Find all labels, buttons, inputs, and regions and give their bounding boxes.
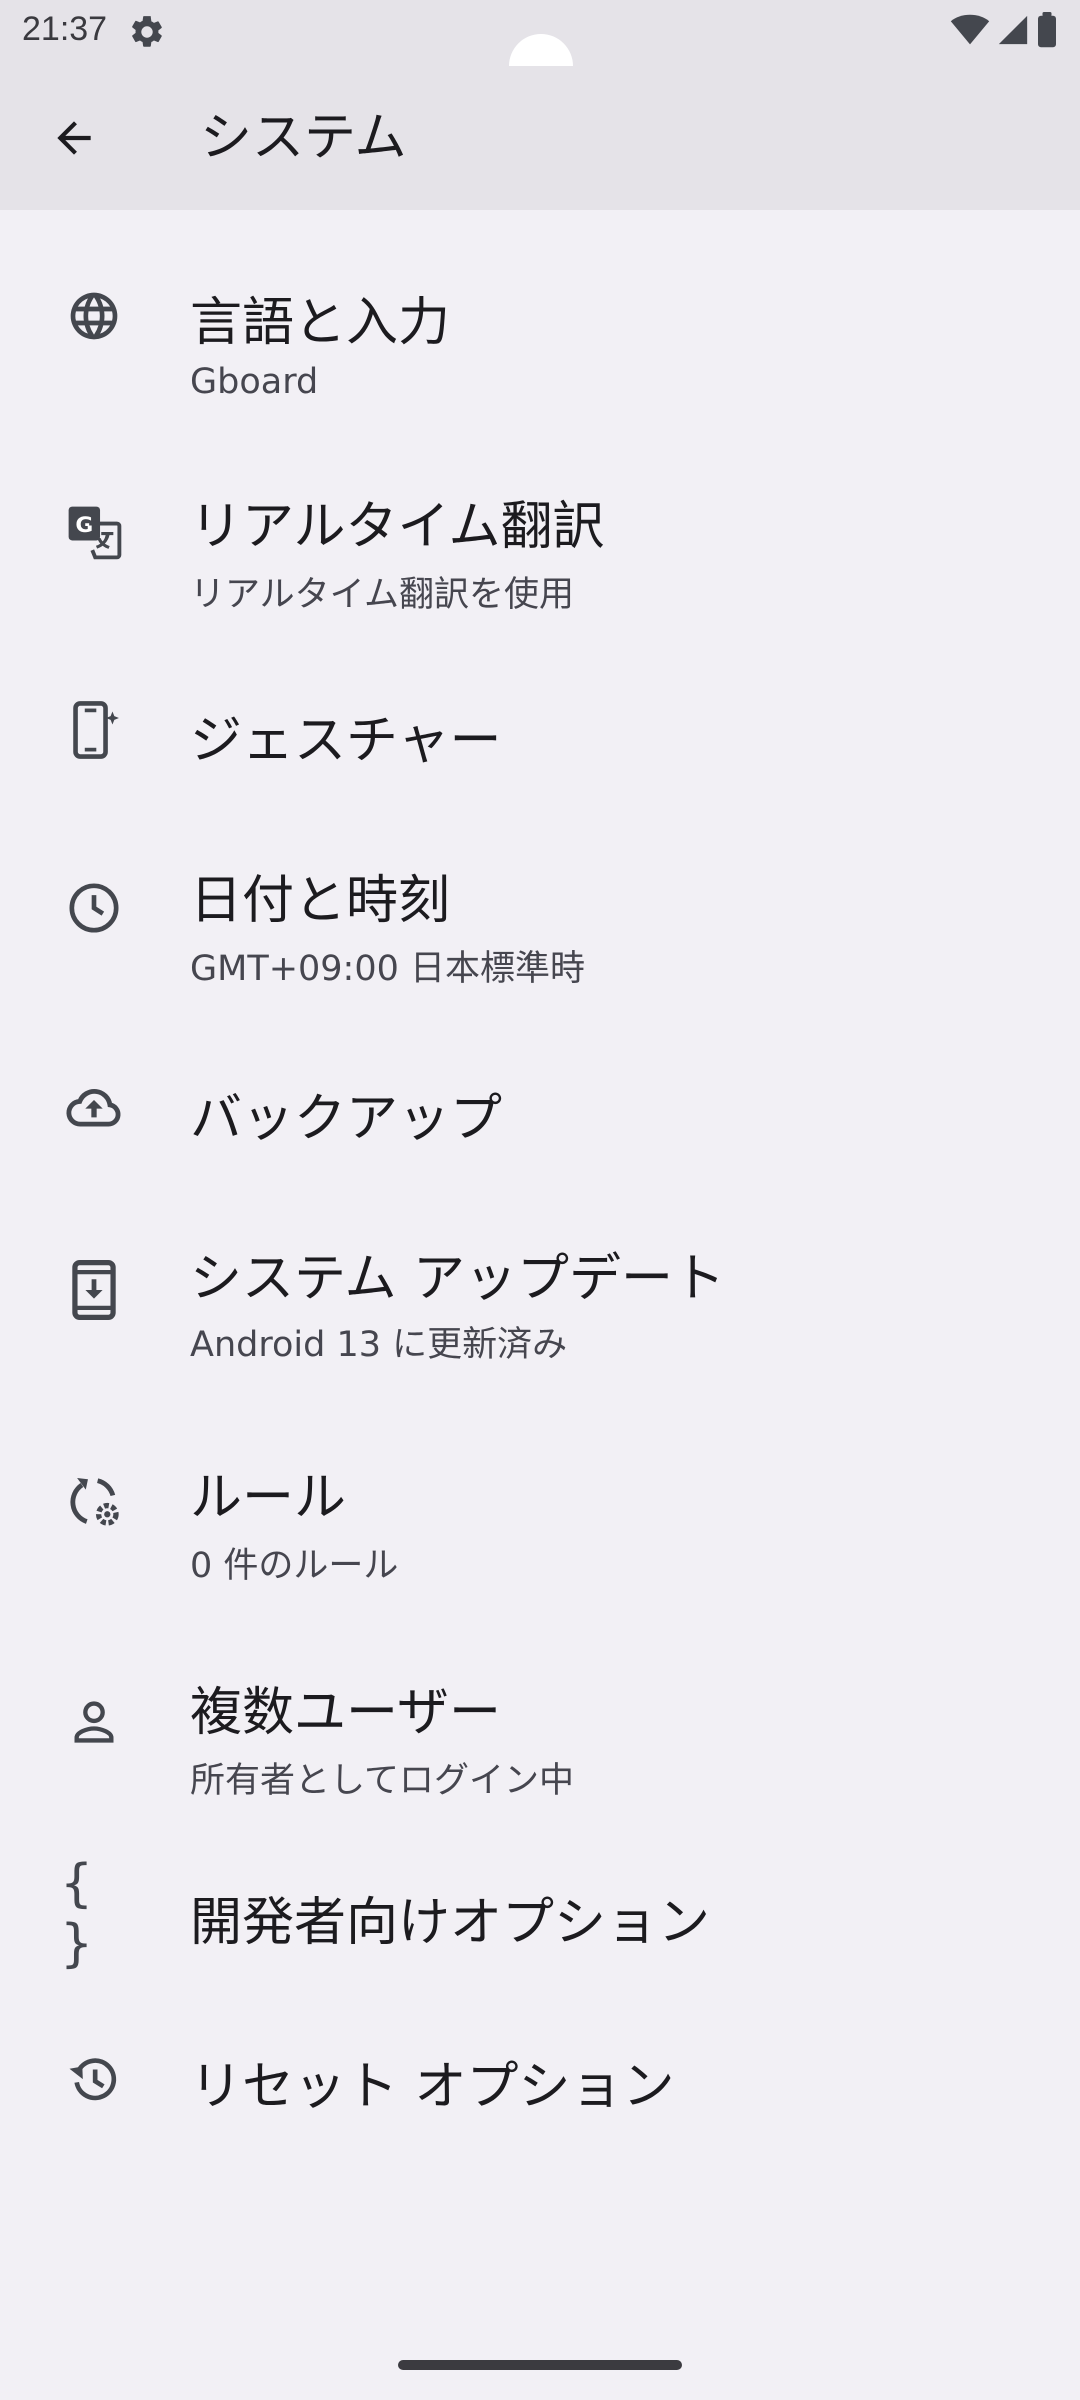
settings-item-title: システム アップデート bbox=[190, 1249, 725, 1309]
arrow-back-icon bbox=[57, 121, 91, 155]
page-title: システム bbox=[200, 108, 407, 168]
clock-icon bbox=[64, 878, 124, 938]
svg-text:G: G bbox=[75, 513, 93, 538]
settings-item-title: リセット オプション bbox=[190, 2057, 675, 2117]
settings-item-subtitle: Android 13 に更新済み bbox=[190, 1325, 568, 1365]
globe-icon bbox=[64, 286, 124, 346]
settings-item-subtitle: Gboard bbox=[190, 362, 319, 402]
app-bar: システム bbox=[0, 66, 1080, 210]
settings-item-title: バックアップ bbox=[190, 1089, 503, 1149]
settings-item-title: 言語と入力 bbox=[190, 293, 451, 353]
settings-item-multiple-users[interactable]: 複数ユーザー 所有者としてログイン中 bbox=[0, 1640, 1080, 1801]
system-update-icon bbox=[64, 1259, 124, 1321]
settings-item-title: ルール bbox=[190, 1468, 347, 1528]
settings-item-subtitle: GMT+09:00 日本標準時 bbox=[190, 949, 586, 989]
gesture-nav-handle[interactable] bbox=[398, 2360, 682, 2370]
back-button[interactable] bbox=[36, 100, 112, 176]
rules-icon bbox=[64, 1471, 124, 1531]
battery-icon bbox=[1036, 12, 1058, 52]
wifi-icon bbox=[950, 14, 990, 50]
settings-item-title: 開発者向けオプション bbox=[190, 1893, 711, 1953]
settings-item-gestures[interactable]: ジェスチャー bbox=[0, 660, 1080, 800]
status-time: 21:37 bbox=[22, 10, 108, 48]
settings-item-subtitle: 0 件のルール bbox=[190, 1546, 399, 1586]
status-icons bbox=[950, 12, 1058, 52]
settings-item-reset-options[interactable]: リセット オプション bbox=[0, 2010, 1080, 2150]
signal-icon bbox=[996, 13, 1030, 51]
translate-icon: G bbox=[64, 502, 124, 562]
settings-item-title: 複数ユーザー bbox=[190, 1683, 501, 1743]
settings-item-system-update[interactable]: システム アップデート Android 13 に更新済み bbox=[0, 1210, 1080, 1370]
settings-item-title: リアルタイム翻訳 bbox=[190, 497, 605, 557]
cloud-upload-icon bbox=[64, 1076, 124, 1136]
gesture-phone-icon bbox=[64, 700, 124, 760]
settings-item-subtitle: リアルタイム翻訳を使用 bbox=[190, 575, 574, 615]
person-icon bbox=[64, 1692, 124, 1752]
settings-item-developer-options[interactable]: { } 開発者向けオプション bbox=[0, 1850, 1080, 1990]
braces-icon: { } bbox=[60, 1854, 140, 1974]
settings-item-date-time[interactable]: 日付と時刻 GMT+09:00 日本標準時 bbox=[0, 830, 1080, 990]
history-icon bbox=[64, 2050, 124, 2110]
settings-item-rules[interactable]: ルール 0 件のルール bbox=[0, 1425, 1080, 1586]
settings-item-backup[interactable]: バックアップ bbox=[0, 1040, 1080, 1180]
settings-item-live-translate[interactable]: G リアルタイム翻訳 リアルタイム翻訳を使用 bbox=[0, 450, 1080, 615]
settings-item-subtitle: 所有者としてログイン中 bbox=[190, 1761, 574, 1801]
settings-item-title: 日付と時刻 bbox=[190, 871, 451, 931]
settings-item-languages[interactable]: 言語と入力 Gboard bbox=[0, 240, 1080, 402]
braces-glyph: { } bbox=[60, 1854, 108, 1974]
settings-item-title: ジェスチャー bbox=[190, 711, 502, 771]
settings-gear-icon bbox=[128, 13, 166, 51]
